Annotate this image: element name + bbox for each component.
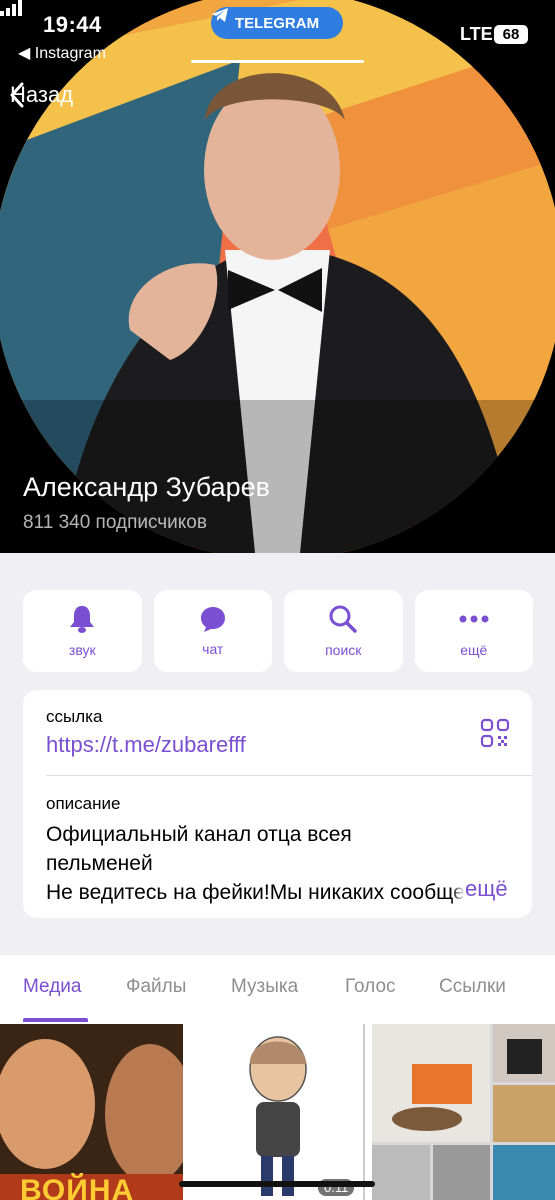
chat-button[interactable]: чат	[153, 590, 272, 672]
channel-avatar-photo[interactable]	[0, 0, 555, 553]
telegram-pill-label: TELEGRAM	[234, 14, 320, 32]
channel-name: Александр Зубарев	[23, 472, 270, 502]
search-label: поиск	[325, 642, 362, 658]
description-line: пельменей	[46, 852, 153, 875]
mute-button[interactable]: звук	[23, 590, 142, 672]
channel-header: 19:44 ◀ Instagram TELEGRAM LTE 68 Назад …	[0, 0, 555, 553]
back-button[interactable]: Назад	[10, 82, 73, 108]
media-item-video[interactable]: 0:11	[186, 1024, 369, 1200]
telegram-pill[interactable]: TELEGRAM	[211, 7, 343, 39]
bell-icon	[70, 606, 95, 633]
info-separator	[46, 775, 532, 776]
tab-files[interactable]: Файлы	[126, 976, 186, 998]
link-label: ссылка	[46, 707, 103, 726]
search-icon	[329, 605, 357, 633]
more-dots-icon	[459, 615, 489, 623]
chat-label: чат	[202, 641, 224, 657]
tab-media[interactable]: Медиа	[23, 976, 81, 998]
action-buttons: звук чат поиск ещё	[23, 590, 533, 672]
channel-info-card: ссылка https://t.me/zubarefff описание О…	[23, 690, 532, 918]
chevron-left-icon	[10, 82, 24, 108]
media-item-poster[interactable]: ВОЙНА	[0, 1024, 183, 1200]
channel-link[interactable]: https://t.me/zubarefff	[46, 732, 246, 758]
search-button[interactable]: поиск	[284, 590, 403, 672]
active-tab-indicator	[23, 1018, 88, 1022]
description-line: Не ведитесь на фейки!Мы никаких сообщени…	[46, 881, 500, 904]
description-more-link[interactable]: ещё	[451, 876, 508, 902]
collage-thumbnail	[372, 1024, 555, 1200]
mute-label: звук	[68, 642, 96, 658]
more-label: ещё	[460, 642, 488, 658]
description-text: Официальный канал отца всея пельменей Не…	[46, 820, 506, 907]
telegram-plane-icon	[212, 8, 228, 22]
description-line: Официальный канал отца всея	[46, 823, 352, 846]
signal-icon	[0, 0, 22, 16]
more-button[interactable]: ещё	[414, 590, 533, 672]
subscriber-count: 811 340 подписчиков	[23, 512, 207, 533]
description-label: описание	[46, 794, 121, 813]
chat-bubble-icon	[200, 607, 225, 632]
tab-music[interactable]: Музыка	[231, 976, 298, 998]
poster-caption: ВОЙНА	[20, 1174, 135, 1200]
status-bar: 19:44 ◀ Instagram TELEGRAM LTE 68	[0, 0, 555, 70]
battery-icon: 68	[494, 25, 528, 44]
home-indicator	[179, 1181, 375, 1187]
status-time: 19:44	[43, 12, 102, 37]
back-to-app-link[interactable]: ◀ Instagram	[18, 43, 106, 63]
media-tabs: Медиа Файлы Музыка Голос Ссылки	[0, 955, 555, 1024]
network-type: LTE	[460, 24, 493, 44]
tab-links[interactable]: Ссылки	[439, 976, 506, 998]
qr-code-icon[interactable]	[480, 718, 510, 748]
top-indicator	[191, 60, 364, 63]
media-item-collage[interactable]	[372, 1024, 555, 1200]
cartoon-thumbnail	[186, 1024, 369, 1200]
tab-voice[interactable]: Голос	[345, 976, 396, 998]
media-grid: ВОЙНА 0:11	[0, 1023, 555, 1200]
